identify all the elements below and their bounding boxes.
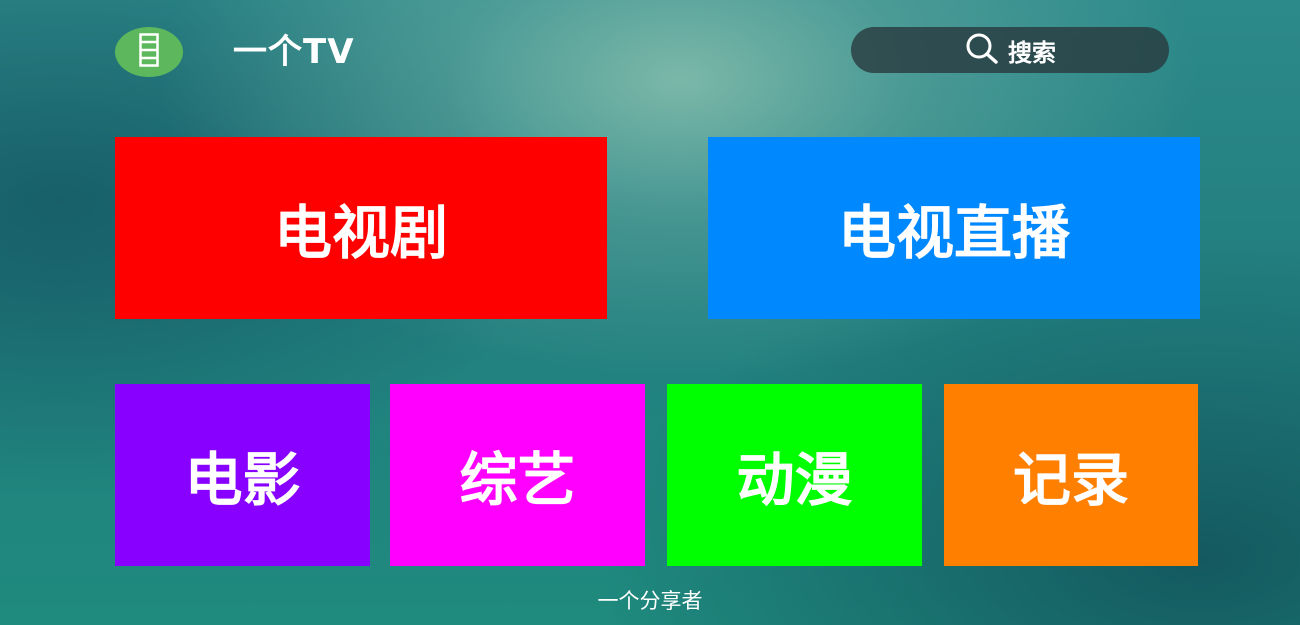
tile-movie[interactable]: 电影 bbox=[115, 384, 370, 566]
tile-label: 电视剧 bbox=[273, 199, 448, 267]
tile-tv-live[interactable]: 电视直播 bbox=[708, 137, 1200, 319]
footer-text: 一个分享者 bbox=[597, 589, 703, 613]
tile-label: 动漫 bbox=[736, 446, 853, 514]
tile-label: 电视直播 bbox=[837, 199, 1070, 267]
tile-label: 记录 bbox=[1012, 446, 1129, 514]
tile-anime[interactable]: 动漫 bbox=[667, 384, 922, 566]
film-strip-icon bbox=[139, 33, 159, 71]
tile-label: 电影 bbox=[184, 446, 301, 514]
app-logo bbox=[115, 27, 183, 77]
tile-tv-series[interactable]: 电视剧 bbox=[115, 137, 607, 319]
search-button[interactable]: 搜索 bbox=[851, 27, 1169, 73]
app-title: 一个TV bbox=[233, 32, 355, 72]
tile-documentary[interactable]: 记录 bbox=[944, 384, 1198, 566]
search-label: 搜索 bbox=[1008, 38, 1056, 67]
search-icon bbox=[964, 31, 1002, 69]
tile-label: 综艺 bbox=[459, 446, 576, 514]
tile-variety[interactable]: 综艺 bbox=[390, 384, 645, 566]
